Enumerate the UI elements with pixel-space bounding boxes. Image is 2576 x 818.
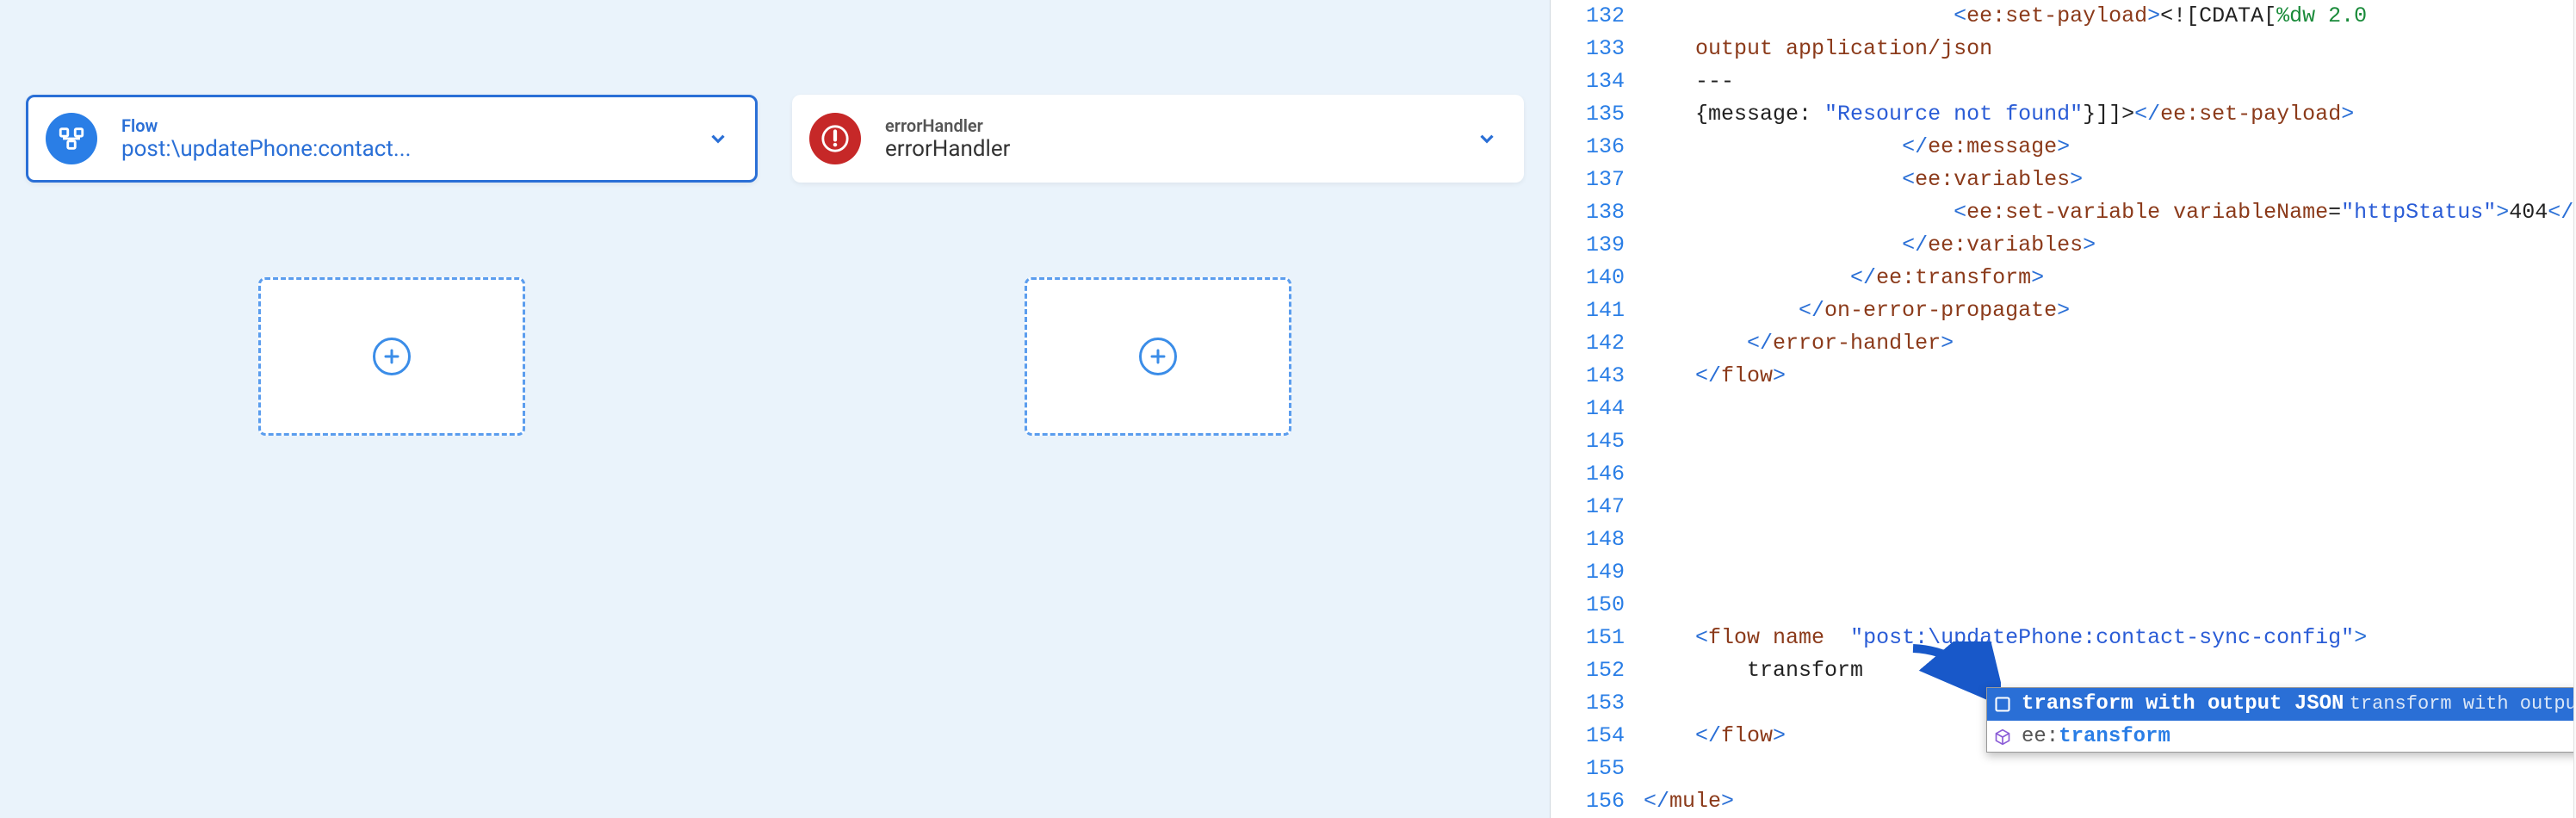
line-number: 153 [1551, 687, 1625, 720]
line-number: 143 [1551, 360, 1625, 393]
code-line[interactable]: output application/json [1644, 33, 2573, 65]
line-number: 145 [1551, 425, 1625, 458]
code-line[interactable]: </mule> [1644, 785, 2573, 818]
autocomplete-item-transform-json[interactable]: transform with output JSON transform wit… [1987, 688, 2573, 721]
line-number: 135 [1551, 98, 1625, 131]
flow-card-flow[interactable]: Flow post:\updatePhone:contact... [26, 95, 758, 183]
dropzone-error-handler[interactable] [1025, 277, 1291, 436]
code-line[interactable] [1644, 589, 2573, 622]
flow-icon [46, 113, 97, 164]
error-card-texts: errorHandler errorHandler [885, 115, 1476, 162]
code-editor[interactable]: 1321331341351361371381391401411421431441… [1551, 0, 2576, 818]
code-line[interactable] [1644, 524, 2573, 556]
code-line[interactable]: <ee:variables> [1644, 164, 2573, 196]
dropzone-row [26, 277, 1524, 436]
autocomplete-item-ee-transform[interactable]: ee:transform [1987, 721, 2573, 753]
flow-card-type: Flow [121, 115, 707, 136]
code-line[interactable]: </ee:message> [1644, 131, 2573, 164]
line-number: 155 [1551, 753, 1625, 785]
autocomplete-item-hint: transform with output JSON [2350, 688, 2574, 721]
line-number: 137 [1551, 164, 1625, 196]
line-number: 148 [1551, 524, 1625, 556]
line-number-gutter: 1321331341351361371381391401411421431441… [1551, 0, 1644, 818]
code-line[interactable]: --- [1644, 65, 2573, 98]
code-body[interactable]: <ee:set-payload><![CDATA[%dw 2.0 output … [1644, 0, 2573, 818]
code-line[interactable]: </ee:transform> [1644, 262, 2573, 294]
autocomplete-popup[interactable]: transform with output JSON transform wit… [1986, 687, 2573, 753]
line-number: 152 [1551, 654, 1625, 687]
dropzone-flow[interactable] [258, 277, 525, 436]
code-line[interactable] [1644, 425, 2573, 458]
code-line[interactable]: <ee:set-variable variableName="httpStatu… [1644, 196, 2573, 229]
plus-icon [373, 338, 411, 375]
chevron-down-icon[interactable] [707, 127, 729, 150]
error-card-name: errorHandler [885, 136, 1476, 162]
flow-designer-canvas: Flow post:\updatePhone:contact... errorH… [0, 0, 1551, 818]
line-number: 151 [1551, 622, 1625, 654]
code-line[interactable] [1644, 491, 2573, 524]
code-line[interactable] [1644, 753, 2573, 785]
line-number: 134 [1551, 65, 1625, 98]
line-number: 144 [1551, 393, 1625, 425]
flow-card-name: post:\updatePhone:contact... [121, 136, 707, 162]
autocomplete-item-label: transform with output JSON [2022, 688, 2350, 721]
snippet-icon [1992, 694, 2013, 715]
code-line[interactable]: </flow> [1644, 360, 2573, 393]
code-line[interactable] [1644, 458, 2573, 491]
error-card-type: errorHandler [885, 115, 1476, 136]
line-number: 133 [1551, 33, 1625, 65]
code-line[interactable]: <ee:set-payload><![CDATA[%dw 2.0 [1644, 0, 2573, 33]
line-number: 141 [1551, 294, 1625, 327]
line-number: 142 [1551, 327, 1625, 360]
code-line[interactable] [1644, 556, 2573, 589]
line-number: 138 [1551, 196, 1625, 229]
line-number: 156 [1551, 785, 1625, 818]
flow-card-row: Flow post:\updatePhone:contact... errorH… [26, 95, 1524, 183]
code-line[interactable] [1644, 393, 2573, 425]
line-number: 139 [1551, 229, 1625, 262]
code-line[interactable]: <flow name "post:\updatePhone:contact-sy… [1644, 622, 2573, 654]
flow-card-texts: Flow post:\updatePhone:contact... [121, 115, 707, 162]
autocomplete-item-label: ee:transform [2022, 721, 2573, 753]
line-number: 136 [1551, 131, 1625, 164]
line-number: 149 [1551, 556, 1625, 589]
code-line[interactable]: {message: "Resource not found"}]]></ee:s… [1644, 98, 2573, 131]
error-icon [809, 113, 861, 164]
flow-card-error-handler[interactable]: errorHandler errorHandler [792, 95, 1524, 183]
line-number: 146 [1551, 458, 1625, 491]
code-line[interactable]: </ee:variables> [1644, 229, 2573, 262]
code-line[interactable]: transform [1644, 654, 2573, 687]
code-line[interactable]: </error-handler> [1644, 327, 2573, 360]
cube-icon [1992, 727, 2013, 747]
code-line[interactable]: </on-error-propagate> [1644, 294, 2573, 327]
plus-icon [1139, 338, 1177, 375]
line-number: 150 [1551, 589, 1625, 622]
line-number: 132 [1551, 0, 1625, 33]
line-number: 140 [1551, 262, 1625, 294]
line-number: 147 [1551, 491, 1625, 524]
line-number: 154 [1551, 720, 1625, 753]
chevron-down-icon[interactable] [1476, 127, 1498, 150]
